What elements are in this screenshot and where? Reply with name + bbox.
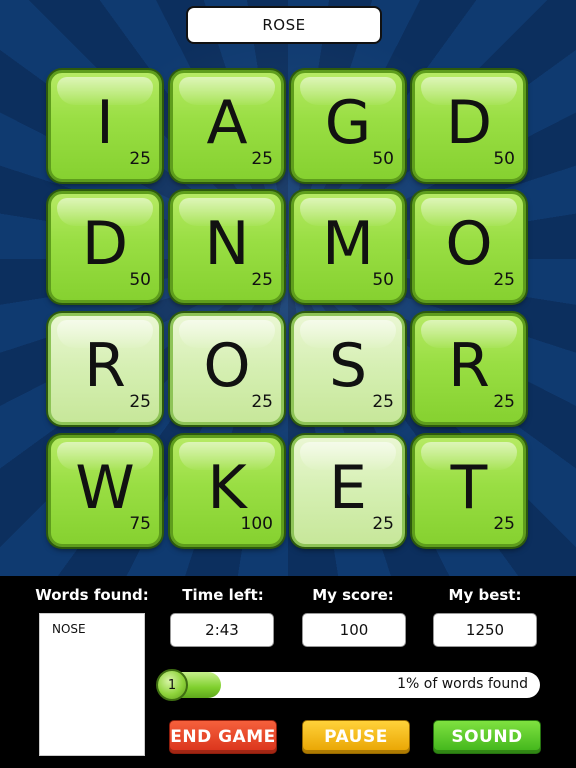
- pause-button[interactable]: PAUSE: [302, 720, 410, 754]
- tile-letter: K: [207, 453, 247, 523]
- tile-points: 25: [251, 270, 273, 290]
- letter-tile[interactable]: O 25: [412, 191, 526, 303]
- tile-letter: G: [324, 88, 372, 158]
- current-word-display: ROSE: [186, 6, 382, 44]
- letter-tile[interactable]: O 25: [170, 313, 284, 425]
- tile-points: 50: [129, 270, 151, 290]
- tile-letter: R: [448, 331, 490, 401]
- sound-button[interactable]: SOUND: [433, 720, 541, 754]
- my-score-label: My score:: [312, 586, 394, 604]
- letter-tile[interactable]: R 25: [48, 313, 162, 425]
- letter-tile[interactable]: E 25: [291, 435, 405, 547]
- tile-points: 50: [493, 149, 515, 169]
- list-item: NOSE: [52, 622, 86, 636]
- tile-points: 25: [493, 392, 515, 412]
- tile-letter: N: [204, 209, 250, 279]
- letter-tile[interactable]: D 50: [48, 191, 162, 303]
- my-score-value: 100: [302, 613, 406, 647]
- end-game-button[interactable]: END GAME: [169, 720, 277, 754]
- letter-tile[interactable]: S 25: [291, 313, 405, 425]
- progress-text: 1% of words found: [397, 676, 528, 692]
- tile-letter: T: [450, 453, 488, 523]
- letter-tile[interactable]: K 100: [170, 435, 284, 547]
- letter-tile[interactable]: D 50: [412, 70, 526, 182]
- tile-letter: R: [84, 331, 126, 401]
- tile-letter: E: [329, 453, 367, 523]
- tile-letter: D: [445, 88, 493, 158]
- my-best-label: My best:: [448, 586, 522, 604]
- words-count-badge: 1: [156, 669, 188, 701]
- tile-letter: A: [206, 88, 248, 158]
- tile-points: 25: [251, 392, 273, 412]
- tile-points: 25: [129, 149, 151, 169]
- words-found-list[interactable]: NOSE: [39, 613, 145, 756]
- tile-points: 25: [251, 149, 273, 169]
- letter-tile[interactable]: R 25: [412, 313, 526, 425]
- tile-letter: S: [328, 331, 368, 401]
- tile-letter: D: [81, 209, 129, 279]
- tile-points: 50: [372, 149, 394, 169]
- tile-points: 25: [372, 392, 394, 412]
- tile-letter: O: [203, 331, 251, 401]
- tile-letter: W: [75, 453, 135, 523]
- words-progress-bar: 1 1% of words found: [156, 669, 540, 701]
- time-left-label: Time left:: [182, 586, 264, 604]
- my-best-value: 1250: [433, 613, 537, 647]
- time-left-value: 2:43: [170, 613, 274, 647]
- tile-points: 25: [372, 514, 394, 534]
- letter-tile[interactable]: W 75: [48, 435, 162, 547]
- tile-points: 25: [129, 392, 151, 412]
- tile-points: 25: [493, 514, 515, 534]
- letter-tile[interactable]: M 50: [291, 191, 405, 303]
- letter-tile[interactable]: I 25: [48, 70, 162, 182]
- letter-tile[interactable]: A 25: [170, 70, 284, 182]
- words-found-label: Words found:: [35, 586, 149, 604]
- tile-letter: I: [96, 88, 114, 158]
- tile-points: 25: [493, 270, 515, 290]
- tile-points: 100: [240, 514, 273, 534]
- tile-letter: M: [322, 209, 374, 279]
- letter-tile[interactable]: G 50: [291, 70, 405, 182]
- letter-tile[interactable]: T 25: [412, 435, 526, 547]
- tile-points: 50: [372, 270, 394, 290]
- tile-points: 75: [129, 514, 151, 534]
- tile-letter: O: [445, 209, 493, 279]
- letter-tile[interactable]: N 25: [170, 191, 284, 303]
